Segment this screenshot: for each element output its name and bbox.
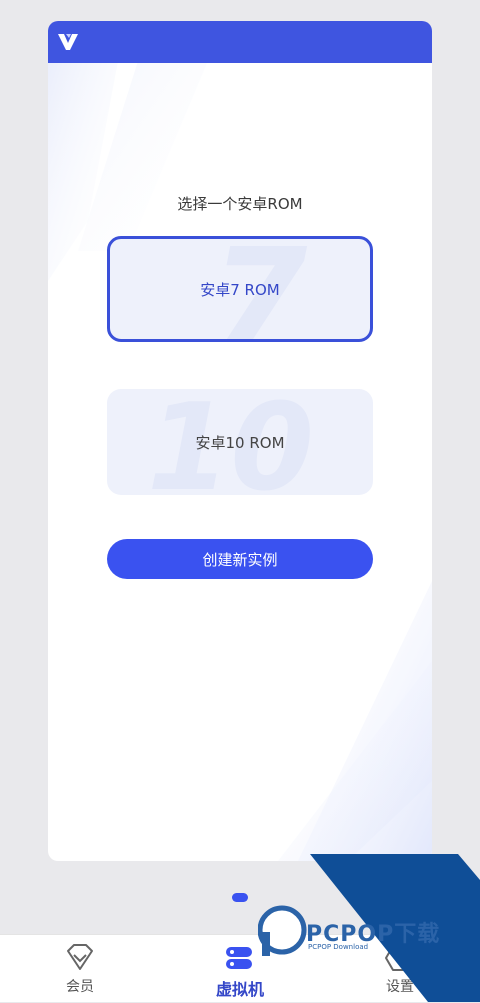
rom-option-android10[interactable]: 10 安卓10 ROM: [107, 389, 373, 495]
server-icon: [226, 947, 252, 969]
nav-label: 设置: [386, 979, 414, 995]
v-logo-icon: [58, 34, 78, 50]
nav-label: 虚拟机: [215, 980, 264, 999]
create-instance-button[interactable]: 创建新实例: [107, 539, 373, 579]
rom-option-android7[interactable]: 7 安卓7 ROM: [107, 236, 373, 342]
rom-selection-card: 选择一个安卓ROM 7 安卓7 ROM 10 安卓10 ROM 创建新实例: [48, 21, 432, 861]
nav-item-member[interactable]: 会员: [30, 935, 130, 1003]
nav-label: 会员: [66, 979, 94, 995]
select-rom-title: 选择一个安卓ROM: [177, 195, 303, 213]
rom-option-label: 安卓7 ROM: [200, 280, 280, 299]
hexagon-gear-icon: [385, 945, 415, 971]
rom-option-label: 安卓10 ROM: [195, 433, 285, 452]
nav-item-vm[interactable]: 虚拟机: [190, 935, 290, 1003]
diamond-icon: [67, 944, 93, 970]
nav-item-settings[interactable]: 设置: [350, 935, 450, 1003]
card-header: [48, 21, 432, 63]
bottom-navigation: 会员 虚拟机 设置: [0, 934, 480, 1002]
page-indicator-dot: [232, 893, 248, 902]
